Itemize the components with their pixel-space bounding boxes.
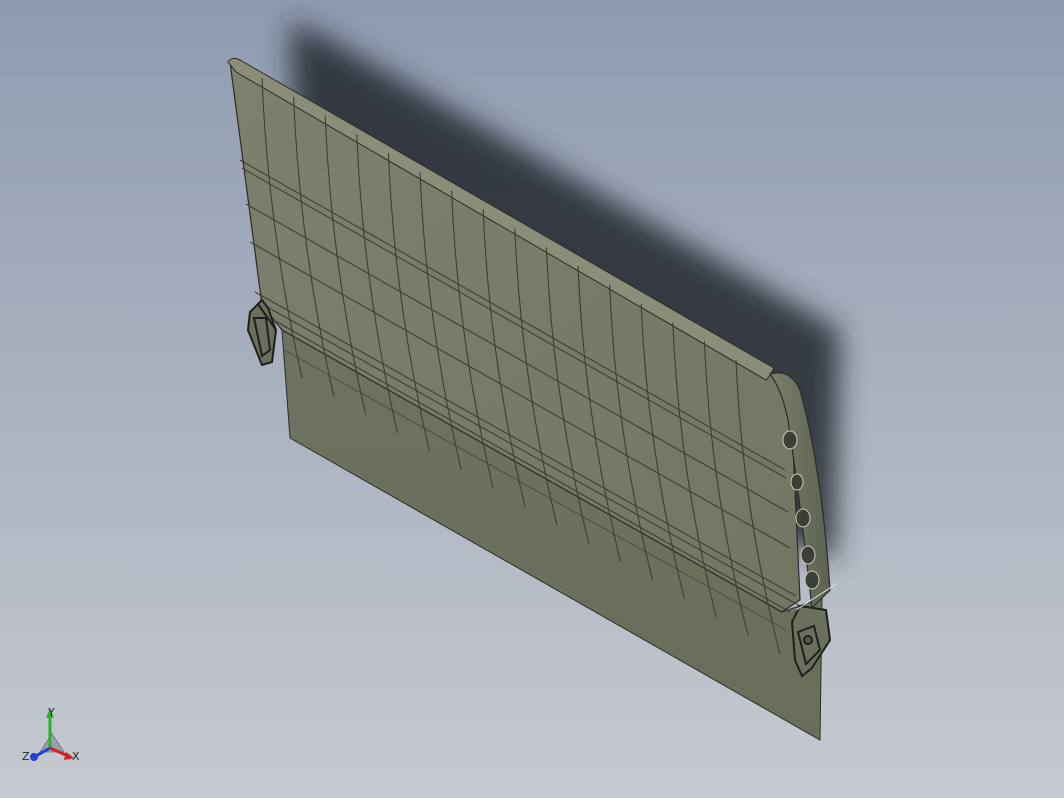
y-axis-label: Y: [47, 706, 55, 719]
lightening-hole: [795, 508, 811, 528]
lightening-hole: [800, 545, 816, 565]
lightening-hole: [782, 430, 798, 450]
z-axis-dot: [30, 753, 38, 761]
graphics-viewport[interactable]: Y X Z: [0, 0, 1064, 798]
z-axis-label: Z: [22, 750, 30, 763]
lightening-hole: [790, 473, 804, 491]
model-canvas[interactable]: Y X Z: [0, 0, 1064, 798]
lightening-hole: [804, 570, 820, 590]
x-axis-label: X: [72, 750, 80, 763]
